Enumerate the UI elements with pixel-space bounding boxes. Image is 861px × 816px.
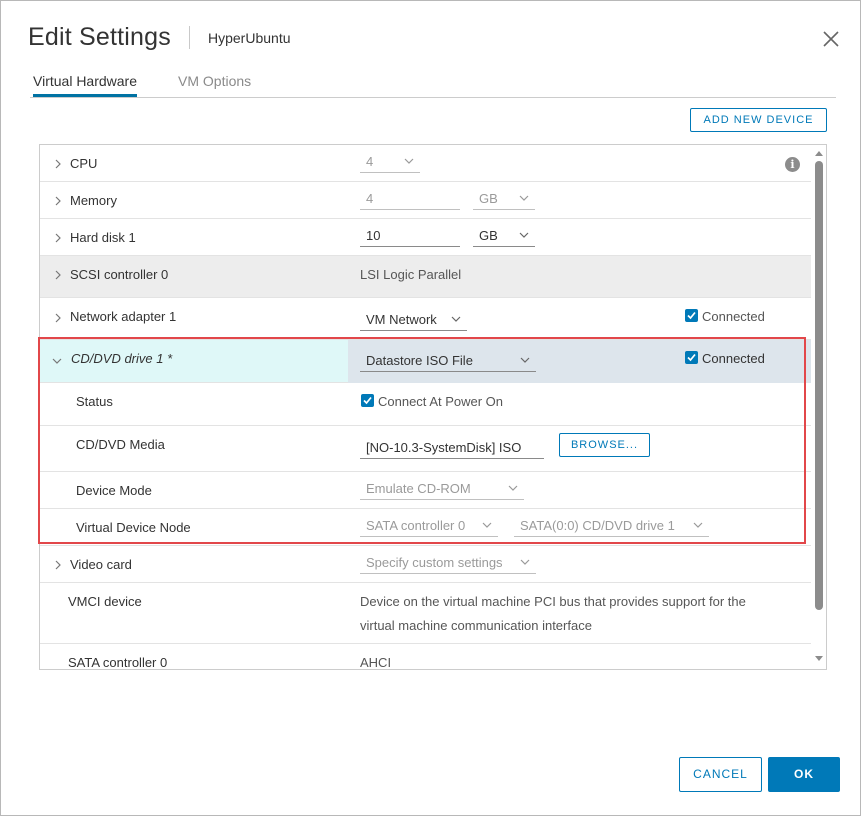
dialog-title: Edit Settings (28, 23, 171, 51)
media-label: CD/DVD Media (76, 437, 165, 452)
cddvd-label: CD/DVD drive 1 * (71, 351, 173, 366)
checkmark-icon (687, 311, 696, 320)
hardware-row-sata-controller[interactable]: SATA controller 0 AHCI (40, 644, 811, 670)
hard-disk-unit-select[interactable]: GB (473, 226, 535, 247)
scsi-value: LSI Logic Parallel (360, 267, 462, 282)
network-select[interactable]: VM Network (360, 310, 467, 331)
chevron-down-icon (508, 485, 518, 491)
video-card-value: Specify custom settings (366, 555, 503, 570)
memory-unit-value: GB (479, 191, 498, 206)
hardware-row-video-card[interactable]: Video card Specify custom settings (40, 546, 811, 583)
cddvd-media-row: CD/DVD Media [NO-10.3-SystemDisk] ISO BR… (40, 426, 811, 472)
chevron-down-icon (520, 559, 530, 565)
tab-vm-options[interactable]: VM Options (178, 73, 251, 95)
hardware-row-vmci-device: VMCI device Device on the virtual machin… (40, 583, 811, 644)
cddvd-device-mode-row: Device Mode Emulate CD-ROM (40, 472, 811, 509)
chevron-right-icon[interactable] (53, 196, 63, 206)
memory-label: Memory (70, 193, 117, 208)
cancel-button[interactable]: CANCEL (679, 757, 762, 792)
node-controller-select[interactable]: SATA controller 0 (360, 516, 498, 537)
cddvd-virtual-device-node-row: Virtual Device Node SATA controller 0 SA… (40, 509, 811, 546)
cddvd-status-row: Status Connect At Power On (40, 383, 811, 426)
scroll-thumb[interactable] (815, 161, 823, 610)
browse-button[interactable]: BROWSE... (559, 433, 650, 457)
hard-disk-label: Hard disk 1 (70, 230, 136, 245)
chevron-down-icon (520, 357, 530, 363)
chevron-right-icon[interactable] (53, 560, 63, 570)
scrollbar[interactable] (811, 145, 826, 669)
scsi-label: SCSI controller 0 (70, 267, 169, 282)
cddvd-type-select[interactable]: Datastore ISO File (360, 351, 536, 372)
checkmark-icon (687, 353, 696, 362)
add-new-device-button[interactable]: ADD NEW DEVICE (690, 108, 827, 132)
vmci-description-line1: Device on the virtual machine PCI bus th… (360, 594, 746, 609)
network-value: VM Network (366, 312, 437, 327)
tab-bar: Virtual Hardware VM Options (30, 71, 836, 98)
chevron-right-icon[interactable] (53, 233, 63, 243)
chevron-right-icon[interactable] (53, 159, 63, 169)
scroll-up-icon[interactable] (815, 151, 823, 156)
chevron-down-icon (693, 522, 703, 528)
title-divider (189, 26, 190, 49)
vm-name: HyperUbuntu (208, 30, 291, 46)
cpu-count-select[interactable]: 4 (360, 152, 420, 173)
chevron-right-icon[interactable] (53, 313, 63, 323)
device-mode-label: Device Mode (76, 483, 152, 498)
checkmark-icon (363, 396, 372, 405)
chevron-down-icon[interactable] (52, 356, 62, 366)
hardware-list: CPU 4 i Memory 4 GB Hard disk 1 10 GB SC… (39, 144, 827, 670)
hardware-row-cpu[interactable]: CPU 4 i (40, 145, 811, 182)
media-path-input[interactable]: [NO-10.3-SystemDisk] ISO (360, 438, 544, 459)
hardware-row-hard-disk[interactable]: Hard disk 1 10 GB (40, 219, 811, 256)
chevron-down-icon (404, 158, 414, 164)
node-controller-value: SATA controller 0 (366, 518, 466, 533)
video-card-select[interactable]: Specify custom settings (360, 553, 536, 574)
hardware-row-network-adapter[interactable]: Network adapter 1 VM Network Connected (40, 298, 811, 340)
hardware-row-memory[interactable]: Memory 4 GB (40, 182, 811, 219)
memory-unit-select[interactable]: GB (473, 189, 535, 210)
connect-at-power-on-checkbox[interactable] (361, 394, 374, 407)
sata-value: AHCI (360, 655, 392, 670)
network-label: Network adapter 1 (70, 309, 177, 324)
device-mode-value: Emulate CD-ROM (366, 481, 471, 496)
chevron-right-icon[interactable] (53, 270, 63, 280)
hardware-row-cddvd-drive[interactable]: CD/DVD drive 1 * Datastore ISO File Conn… (40, 340, 811, 383)
chevron-down-icon (519, 232, 529, 238)
network-connected-label: Connected (702, 309, 765, 324)
chevron-down-icon (482, 522, 492, 528)
node-device-select[interactable]: SATA(0:0) CD/DVD drive 1 (514, 516, 709, 537)
virtual-device-node-label: Virtual Device Node (76, 520, 191, 535)
edit-settings-dialog: Edit Settings HyperUbuntu Virtual Hardwa… (0, 0, 861, 816)
vmci-label: VMCI device (68, 594, 142, 609)
video-card-label: Video card (70, 557, 132, 572)
close-icon[interactable] (819, 27, 843, 51)
ok-button[interactable]: OK (768, 757, 840, 792)
status-label: Status (76, 394, 113, 409)
device-mode-select[interactable]: Emulate CD-ROM (360, 479, 524, 500)
cddvd-type-value: Datastore ISO File (366, 353, 473, 368)
hardware-row-scsi-controller[interactable]: SCSI controller 0 LSI Logic Parallel (40, 256, 811, 298)
scroll-down-icon[interactable] (815, 656, 823, 661)
hard-disk-size-input[interactable]: 10 (360, 226, 460, 247)
cpu-count-value: 4 (366, 154, 374, 169)
chevron-down-icon (451, 316, 461, 322)
info-icon[interactable]: i (785, 157, 800, 172)
hard-disk-unit-value: GB (479, 228, 498, 243)
chevron-down-icon (519, 195, 529, 201)
cpu-label: CPU (70, 156, 98, 171)
tab-virtual-hardware[interactable]: Virtual Hardware (33, 73, 138, 97)
network-connected-checkbox[interactable] (685, 309, 698, 322)
vmci-description-line2: virtual machine communication interface (360, 618, 592, 633)
cddvd-connected-label: Connected (702, 351, 765, 366)
connect-at-power-on-label: Connect At Power On (378, 394, 504, 409)
sata-label: SATA controller 0 (68, 655, 168, 670)
memory-input[interactable]: 4 (360, 189, 460, 210)
node-device-value: SATA(0:0) CD/DVD drive 1 (520, 518, 675, 533)
cddvd-connected-checkbox[interactable] (685, 351, 698, 364)
